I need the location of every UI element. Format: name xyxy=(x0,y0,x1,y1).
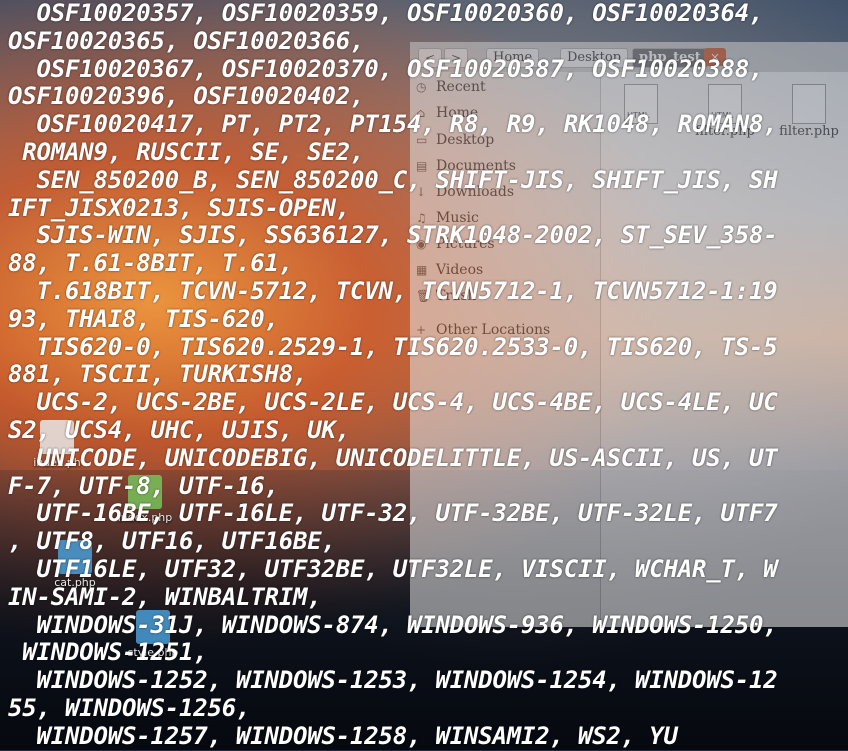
terminal-line: WINDOWS-1251, xyxy=(8,638,208,667)
terminal-line: 55, WINDOWS-1256, xyxy=(8,693,251,722)
terminal-line: F-7, UTF-8, UTF-16, xyxy=(8,471,279,500)
terminal-line: ROMAN9, RUSCII, SE, SE2, xyxy=(8,137,365,166)
terminal-line: OSF10020396, OSF10020402, xyxy=(8,82,365,111)
terminal-line: UTF16LE, UTF32, UTF32BE, UTF32LE, VISCII… xyxy=(8,554,778,583)
terminal-output: OSF10020357, OSF10020359, OSF10020360, O… xyxy=(8,0,834,751)
terminal-line: IN-SAMI-2, WINBALTRIM, xyxy=(8,582,322,611)
terminal-line: OSF10020417, PT, PT2, PT154, R8, R9, RK1… xyxy=(8,110,778,139)
terminal-line: SEN_850200_B, SEN_850200_C, SHIFT-JIS, S… xyxy=(8,165,778,194)
terminal-line: OSF10020357, OSF10020359, OSF10020360, O… xyxy=(8,0,764,27)
terminal-line: WINDOWS-31J, WINDOWS-874, WINDOWS-936, W… xyxy=(8,610,778,639)
terminal-line: T.618BIT, TCVN-5712, TCVN, TCVN5712-1, T… xyxy=(8,276,778,305)
terminal-line: WINDOWS-1252, WINDOWS-1253, WINDOWS-1254… xyxy=(8,666,778,695)
terminal-line: SJIS-WIN, SJIS, SS636127, STRK1048-2002,… xyxy=(8,221,778,250)
terminal-line: TIS620-0, TIS620.2529-1, TIS620.2533-0, … xyxy=(8,332,778,361)
terminal-line: OSF10020365, OSF10020366, xyxy=(8,26,365,55)
terminal-line: UTF-16BE, UTF-16LE, UTF-32, UTF-32BE, UT… xyxy=(8,499,778,528)
terminal-line: 93, THAI8, TIS-620, xyxy=(8,304,279,333)
terminal-line: WINDOWS-1257, WINDOWS-1258, WINSAMI2, WS… xyxy=(8,721,678,750)
terminal-line: 88, T.61-8BIT, T.61, xyxy=(8,249,293,278)
terminal-line: IFT_JISX0213, SJIS-OPEN, xyxy=(8,193,350,222)
terminal-line: OSF10020367, OSF10020370, OSF10020387, O… xyxy=(8,54,764,83)
terminal-line: UNICODE, UNICODEBIG, UNICODELITTLE, US-A… xyxy=(8,443,778,472)
terminal-line: 881, TSCII, TURKISH8, xyxy=(8,360,308,389)
terminal-line: UCS-2, UCS-2BE, UCS-2LE, UCS-4, UCS-4BE,… xyxy=(8,388,778,417)
terminal-line: , UTF8, UTF16, UTF16BE, xyxy=(8,527,336,556)
terminal-line: S2, UCS4, UHC, UJIS, UK, xyxy=(8,415,350,444)
